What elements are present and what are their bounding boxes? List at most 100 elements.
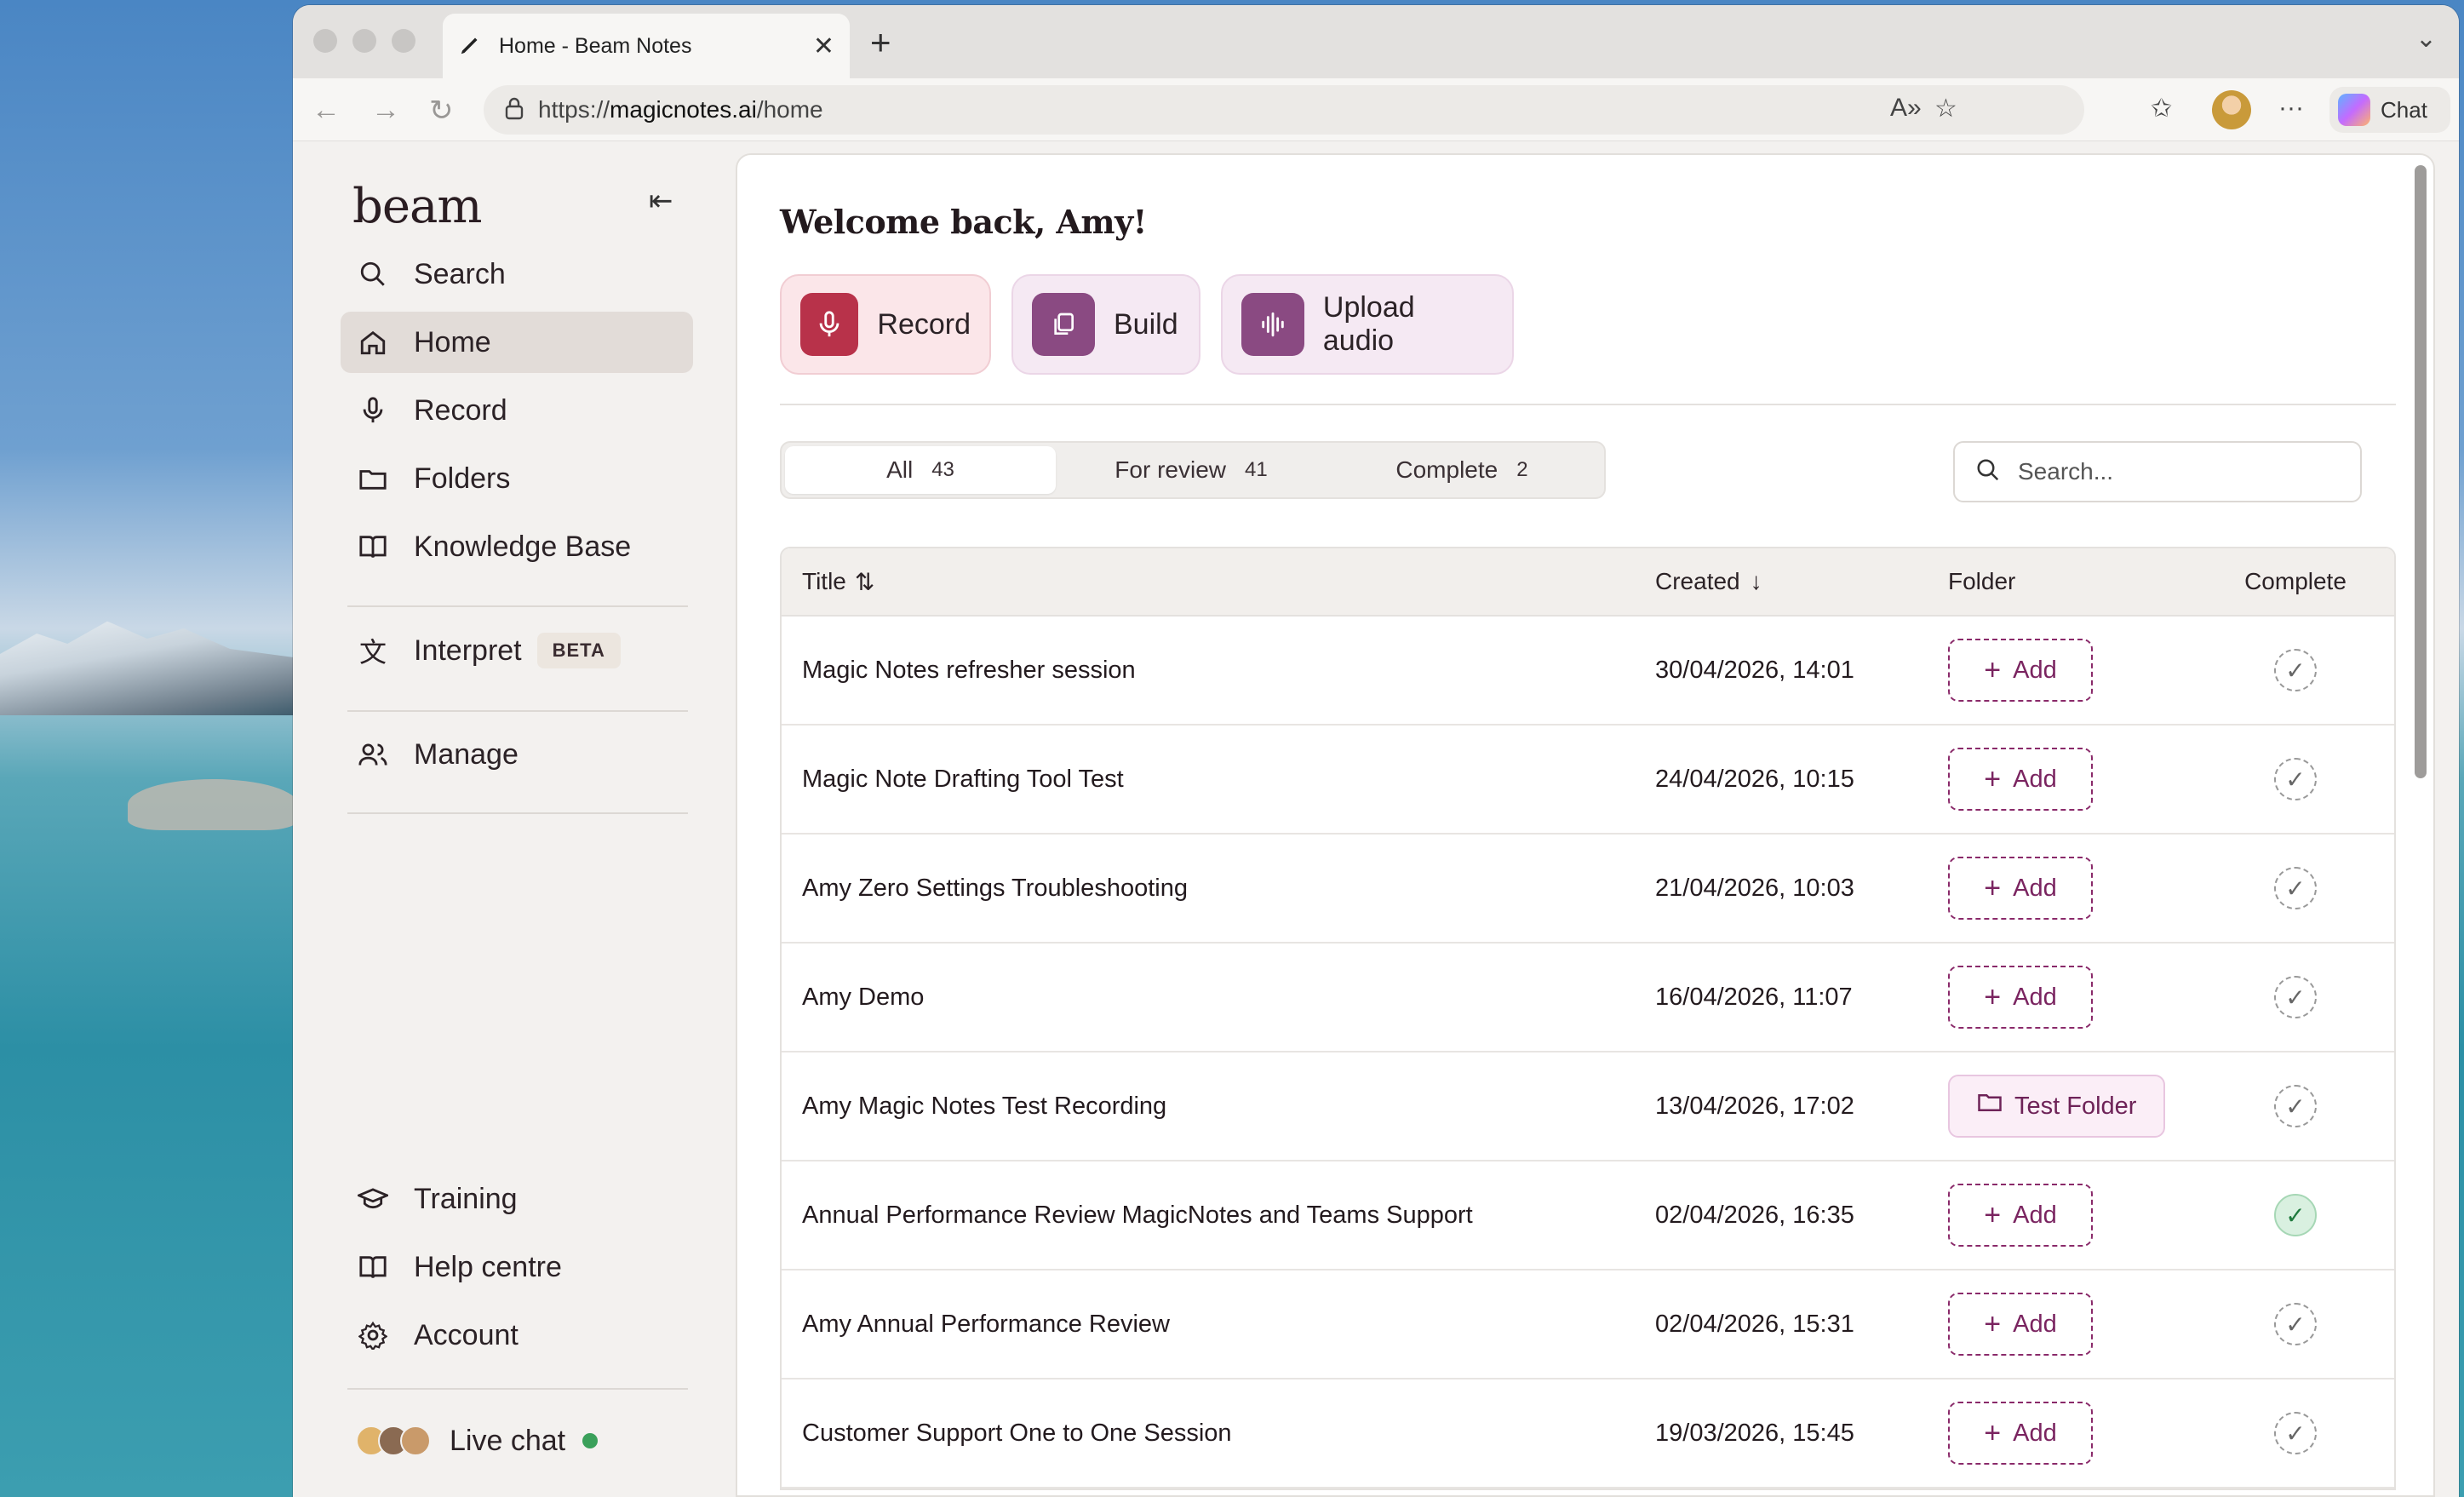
add-folder-button[interactable]: + Add bbox=[1948, 1402, 2093, 1465]
arrow-down-icon: ↓ bbox=[1750, 568, 1762, 594]
filter-complete-tab[interactable]: Complete 2 bbox=[1327, 446, 1597, 494]
table-row[interactable]: Amy Magic Notes Test Recording 13/04/2026… bbox=[782, 1052, 2394, 1161]
reload-icon[interactable]: ↻ bbox=[429, 94, 454, 128]
add-folder-button[interactable]: + Add bbox=[1948, 1184, 2093, 1247]
complete-check-icon[interactable]: ✓ bbox=[2274, 867, 2317, 909]
table-row[interactable]: Amy Demo 16/04/2026, 11:07 + Add ✓ bbox=[782, 944, 2394, 1052]
profile-avatar[interactable] bbox=[2212, 90, 2251, 129]
sidebar-item-training[interactable]: Training bbox=[341, 1168, 693, 1230]
sidebar-item-account[interactable]: Account bbox=[341, 1305, 693, 1366]
note-title[interactable]: Customer Support One to One Session bbox=[782, 1420, 1655, 1448]
sidebar-item-label: Help centre bbox=[414, 1250, 562, 1283]
table-row[interactable]: Annual Performance Review MagicNotes and… bbox=[782, 1161, 2394, 1270]
beam-logo[interactable]: beam bbox=[352, 179, 482, 234]
complete-check-icon[interactable]: ✓ bbox=[2274, 1085, 2317, 1127]
section-divider bbox=[780, 404, 2396, 405]
complete-cell: ✓ bbox=[2210, 758, 2381, 800]
notes-search[interactable] bbox=[1953, 441, 2362, 502]
complete-check-icon[interactable]: ✓ bbox=[2274, 1194, 2317, 1236]
folder-cell: + Add bbox=[1948, 1184, 2210, 1247]
graduation-cap-icon bbox=[356, 1182, 390, 1216]
browser-tab[interactable]: Home - Beam Notes ✕ bbox=[443, 14, 850, 78]
scrollbar[interactable] bbox=[2415, 165, 2427, 778]
folder-cell: + Add bbox=[1948, 639, 2210, 702]
note-title[interactable]: Magic Notes refresher session bbox=[782, 657, 1655, 685]
created-date: 16/04/2026, 11:07 bbox=[1655, 983, 1853, 1011]
add-folder-button[interactable]: + Add bbox=[1948, 639, 2093, 702]
new-tab-button[interactable]: + bbox=[870, 22, 891, 63]
favorites-icon[interactable]: ✩ bbox=[2151, 94, 2172, 123]
read-aloud-icon[interactable]: A» bbox=[1890, 94, 1922, 123]
sidebar-item-home[interactable]: Home bbox=[341, 312, 693, 373]
gear-icon bbox=[356, 1318, 390, 1352]
table-row[interactable]: Amy Zero Settings Troubleshooting 21/04/2… bbox=[782, 835, 2394, 944]
complete-cell: ✓ bbox=[2210, 867, 2381, 909]
action-label: Upload audio bbox=[1322, 291, 1415, 357]
forward-icon[interactable]: → bbox=[371, 94, 400, 127]
complete-cell: ✓ bbox=[2210, 1085, 2381, 1127]
build-action-button[interactable]: Build bbox=[1011, 274, 1200, 375]
table-row[interactable]: Magic Note Drafting Tool Test 24/04/2026,… bbox=[782, 726, 2394, 835]
table-row[interactable]: Magic Notes refresher session 30/04/2026,… bbox=[782, 617, 2394, 726]
live-chat-label: Live chat bbox=[450, 1424, 566, 1457]
more-options-icon[interactable]: ··· bbox=[2278, 94, 2304, 123]
complete-check-icon[interactable]: ✓ bbox=[2274, 1412, 2317, 1454]
add-folder-button[interactable]: + Add bbox=[1948, 748, 2093, 811]
url-field[interactable]: https://magicnotes.ai/home bbox=[484, 85, 2084, 135]
favorite-star-icon[interactable]: ☆ bbox=[1934, 94, 1957, 123]
minimize-window-button[interactable] bbox=[352, 29, 376, 53]
sidebar-item-search[interactable]: Search bbox=[341, 244, 693, 305]
sidebar-item-folders[interactable]: Folders bbox=[341, 448, 693, 509]
note-title[interactable]: Magic Note Drafting Tool Test bbox=[782, 766, 1655, 794]
created-date: 02/04/2026, 15:31 bbox=[1655, 1310, 1854, 1338]
sidebar-item-record[interactable]: Record bbox=[341, 380, 693, 441]
microphone-icon bbox=[800, 293, 859, 356]
upload-audio-action-button[interactable]: Upload audio bbox=[1221, 274, 1514, 375]
back-icon[interactable]: ← bbox=[312, 94, 341, 127]
note-title[interactable]: Amy Magic Notes Test Recording bbox=[782, 1093, 1655, 1121]
folder-button[interactable]: Test Folder bbox=[1948, 1075, 2166, 1138]
chevron-down-icon[interactable]: ⌄ bbox=[2415, 24, 2437, 54]
folder-icon bbox=[1977, 1091, 2003, 1121]
search-input[interactable] bbox=[2018, 458, 2340, 485]
add-folder-button[interactable]: + Add bbox=[1948, 966, 2093, 1029]
copilot-icon bbox=[2338, 94, 2370, 126]
lock-icon bbox=[504, 96, 524, 124]
column-title[interactable]: Title ⇅ bbox=[782, 568, 1655, 596]
sidebar-item-help-centre[interactable]: Help centre bbox=[341, 1236, 693, 1298]
complete-check-icon[interactable]: ✓ bbox=[2274, 1303, 2317, 1345]
note-title[interactable]: Amy Annual Performance Review bbox=[782, 1311, 1655, 1339]
sidebar-item-label: Manage bbox=[414, 737, 519, 771]
maximize-window-button[interactable] bbox=[392, 29, 415, 53]
add-folder-button[interactable]: + Add bbox=[1948, 1293, 2093, 1356]
table-row[interactable]: Customer Support One to One Session 19/03… bbox=[782, 1379, 2394, 1488]
close-tab-icon[interactable]: ✕ bbox=[813, 32, 834, 61]
close-window-button[interactable] bbox=[313, 29, 337, 53]
note-title[interactable]: Amy Demo bbox=[782, 984, 1655, 1012]
copilot-chat-button[interactable]: Chat bbox=[2329, 87, 2450, 133]
note-title[interactable]: Annual Performance Review MagicNotes and… bbox=[782, 1202, 1655, 1230]
plus-icon: + bbox=[1984, 1416, 2002, 1449]
live-chat-button[interactable]: Live chat bbox=[341, 1410, 693, 1471]
complete-cell: ✓ bbox=[2210, 1412, 2381, 1454]
complete-check-icon[interactable]: ✓ bbox=[2274, 976, 2317, 1018]
sidebar-item-knowledge-base[interactable]: Knowledge Base bbox=[341, 516, 693, 577]
filter-for-review-tab[interactable]: For review 41 bbox=[1056, 446, 1327, 494]
background-rocks bbox=[128, 779, 298, 830]
filter-all-tab[interactable]: All 43 bbox=[785, 446, 1056, 494]
complete-check-icon[interactable]: ✓ bbox=[2274, 649, 2317, 691]
table-row[interactable]: Amy Annual Performance Review 02/04/2026,… bbox=[782, 1270, 2394, 1379]
column-created[interactable]: Created ↓ bbox=[1655, 568, 1948, 595]
search-icon bbox=[1975, 457, 2001, 487]
add-folder-button[interactable]: + Add bbox=[1948, 857, 2093, 920]
sort-icon: ⇅ bbox=[854, 568, 875, 595]
note-title[interactable]: Amy Zero Settings Troubleshooting bbox=[782, 875, 1655, 903]
sidebar-item-manage[interactable]: Manage bbox=[341, 724, 693, 785]
plus-icon: + bbox=[1984, 1198, 2002, 1231]
folder-cell: Test Folder bbox=[1948, 1075, 2210, 1138]
record-action-button[interactable]: Record bbox=[780, 274, 991, 375]
complete-check-icon[interactable]: ✓ bbox=[2274, 758, 2317, 800]
sidebar-item-interpret[interactable]: 文 Interpret BETA bbox=[341, 620, 693, 681]
collapse-sidebar-icon[interactable]: ⇤ bbox=[649, 184, 673, 218]
sidebar-divider bbox=[347, 710, 688, 712]
